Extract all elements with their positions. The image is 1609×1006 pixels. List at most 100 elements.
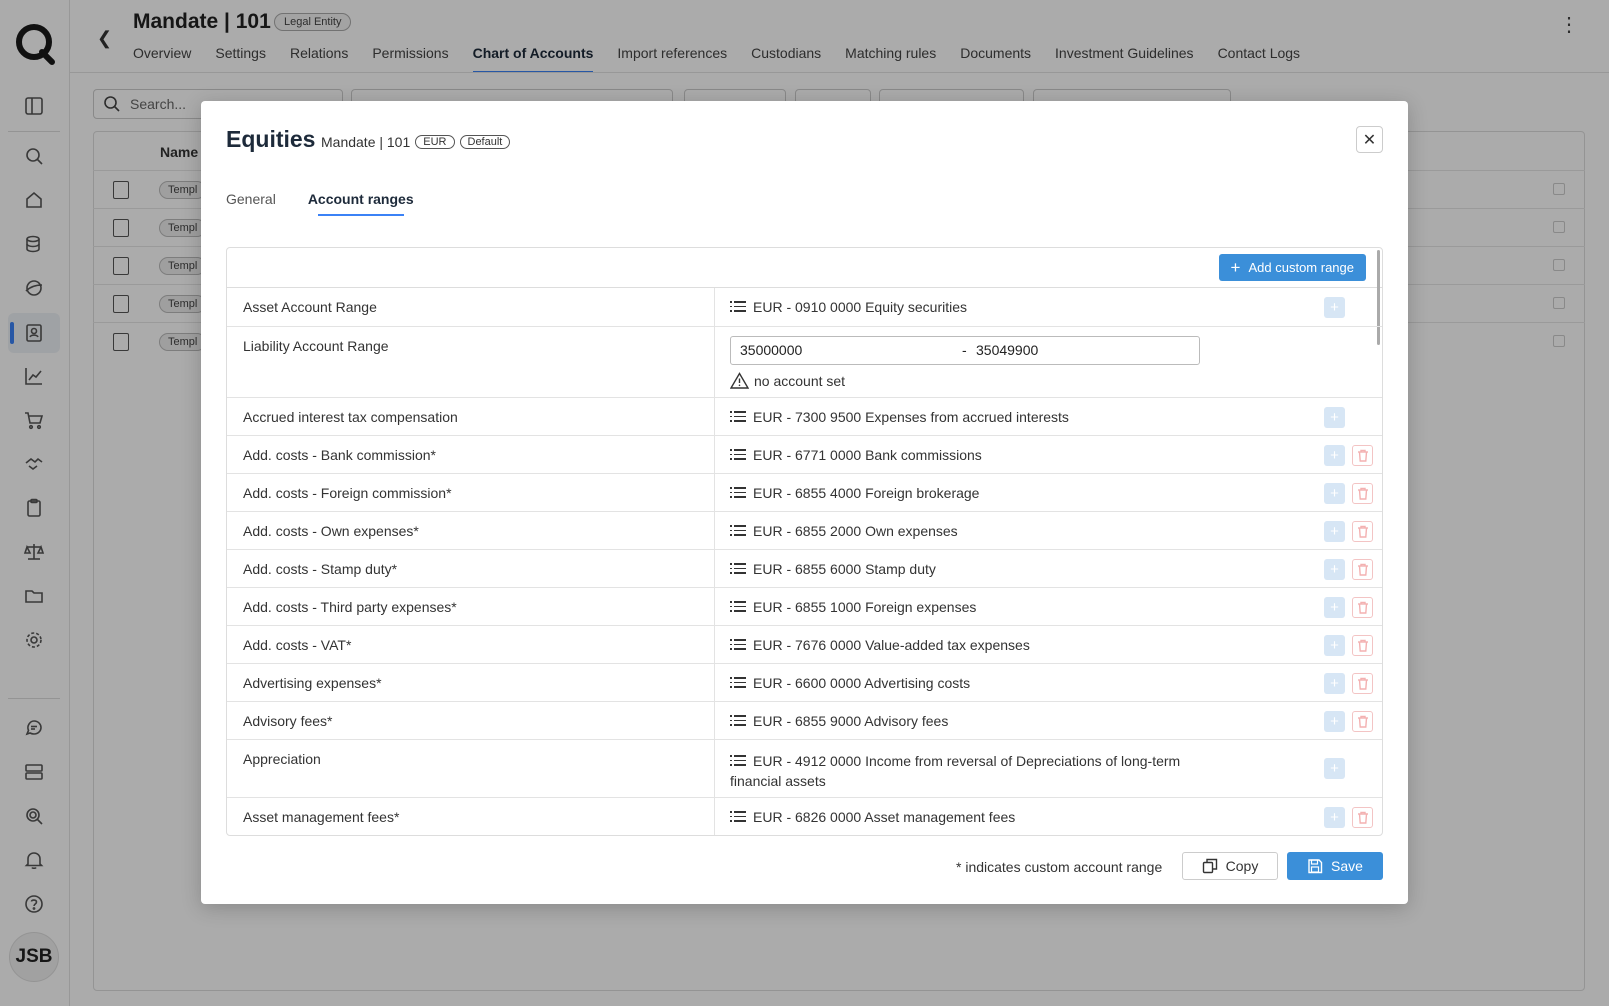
account-range-row: Advertising expenses* EUR - 6600 0000 Adv… bbox=[227, 664, 1382, 702]
add-account-button[interactable]: + bbox=[1324, 521, 1345, 542]
add-account-button[interactable]: + bbox=[1324, 807, 1345, 828]
list-icon bbox=[730, 677, 746, 691]
default-pill: Default bbox=[459, 135, 511, 149]
delete-trash-icon[interactable] bbox=[1352, 445, 1373, 466]
account-range-label: Asset management fees* bbox=[243, 809, 400, 825]
account-range-value[interactable]: EUR - 7676 0000 Value-added tax expenses bbox=[730, 635, 1190, 655]
account-range-text: EUR - 0910 0000 Equity securities bbox=[753, 299, 967, 315]
add-account-button[interactable]: + bbox=[1324, 407, 1345, 428]
add-account-button[interactable]: + bbox=[1324, 483, 1345, 504]
account-range-row: Advisory fees* EUR - 6855 9000 Advisory f… bbox=[227, 702, 1382, 740]
column-divider bbox=[714, 798, 715, 835]
plus-icon: + bbox=[1230, 257, 1241, 277]
account-range-value[interactable]: EUR - 6826 0000 Asset management fees bbox=[730, 807, 1190, 827]
currency-pill: EUR bbox=[415, 135, 455, 149]
account-ranges-list: + Add custom range Asset Account Range EU… bbox=[226, 247, 1383, 836]
account-range-label: Add. costs - Own expenses* bbox=[243, 523, 419, 539]
account-range-value[interactable]: EUR - 4912 0000 Income from reversal of … bbox=[730, 751, 1190, 791]
account-range-label: Add. costs - VAT* bbox=[243, 637, 352, 653]
no-account-warning: no account set bbox=[730, 372, 845, 389]
add-account-button[interactable]: + bbox=[1324, 635, 1345, 656]
account-range-value[interactable]: EUR - 6771 0000 Bank commissions bbox=[730, 445, 1190, 465]
copy-label: Copy bbox=[1225, 858, 1259, 874]
account-range-row: Appreciation EUR - 4912 0000 Income from … bbox=[227, 740, 1382, 798]
account-range-text: EUR - 6826 0000 Asset management fees bbox=[753, 809, 1016, 825]
list-icon bbox=[730, 449, 746, 463]
copy-icon bbox=[1202, 858, 1217, 874]
custom-range-note: * indicates custom account range bbox=[956, 859, 1163, 875]
range-from-value: 35000000 bbox=[740, 342, 803, 358]
list-icon bbox=[730, 411, 746, 425]
add-custom-range-button[interactable]: + Add custom range bbox=[1218, 254, 1366, 281]
liability-range-input[interactable]: 35000000 -35049900 bbox=[730, 336, 1200, 365]
list-icon bbox=[730, 525, 746, 539]
account-range-row: Add. costs - Own expenses* EUR - 6855 200… bbox=[227, 512, 1382, 550]
add-account-button[interactable]: + bbox=[1324, 711, 1345, 732]
liability-range-label: Liability Account Range bbox=[243, 338, 389, 354]
account-range-text: EUR - 6855 6000 Stamp duty bbox=[753, 561, 936, 577]
add-account-button[interactable]: + bbox=[1324, 597, 1345, 618]
delete-trash-icon[interactable] bbox=[1352, 483, 1373, 504]
range-to-value: 35049900 bbox=[976, 342, 1039, 358]
delete-trash-icon[interactable] bbox=[1352, 673, 1373, 694]
save-button[interactable]: Save bbox=[1287, 852, 1383, 880]
delete-trash-icon[interactable] bbox=[1352, 635, 1373, 656]
account-range-value[interactable]: EUR - 0910 0000 Equity securities bbox=[730, 297, 1190, 317]
add-custom-range-label: Add custom range bbox=[1248, 260, 1354, 275]
tab-account-ranges[interactable]: Account ranges bbox=[308, 191, 414, 216]
delete-trash-icon[interactable] bbox=[1352, 559, 1373, 580]
column-divider bbox=[714, 512, 715, 549]
account-ranges-modal: Equities Mandate | 101 EUR Default ✕ Gen… bbox=[201, 101, 1408, 904]
liability-range-row: Liability Account Range 35000000 -35049900… bbox=[227, 327, 1382, 398]
account-range-row: Add. costs - Stamp duty* EUR - 6855 6000 … bbox=[227, 550, 1382, 588]
delete-trash-icon[interactable] bbox=[1352, 521, 1373, 542]
add-account-button[interactable]: + bbox=[1324, 673, 1345, 694]
close-icon[interactable]: ✕ bbox=[1356, 126, 1383, 153]
warning-text: no account set bbox=[754, 372, 846, 389]
column-divider bbox=[714, 588, 715, 625]
column-divider bbox=[714, 664, 715, 701]
list-icon bbox=[730, 601, 746, 615]
ranges-toolbar: + Add custom range bbox=[227, 248, 1382, 288]
account-range-value[interactable]: EUR - 6855 6000 Stamp duty bbox=[730, 559, 1190, 579]
account-range-value[interactable]: EUR - 6855 4000 Foreign brokerage bbox=[730, 483, 1190, 503]
list-icon bbox=[730, 715, 746, 729]
delete-trash-icon[interactable] bbox=[1352, 597, 1373, 618]
account-range-label: Add. costs - Third party expenses* bbox=[243, 599, 457, 615]
column-divider bbox=[714, 550, 715, 587]
account-range-label: Advertising expenses* bbox=[243, 675, 382, 691]
add-account-button[interactable]: + bbox=[1324, 445, 1345, 466]
list-icon bbox=[730, 301, 746, 315]
account-range-label: Add. costs - Foreign commission* bbox=[243, 485, 452, 501]
account-range-text: EUR - 6600 0000 Advertising costs bbox=[753, 675, 971, 691]
modal-title: Equities bbox=[226, 126, 316, 152]
account-range-label: Add. costs - Bank commission* bbox=[243, 447, 436, 463]
account-range-text: EUR - 4912 0000 Income from reversal of … bbox=[730, 753, 1181, 789]
account-range-value[interactable]: EUR - 7300 9500 Expenses from accrued in… bbox=[730, 407, 1190, 427]
list-icon bbox=[730, 755, 746, 769]
modal-subtitle: Mandate | 101 EUR Default bbox=[321, 134, 511, 150]
delete-trash-icon[interactable] bbox=[1352, 807, 1373, 828]
account-range-row: Add. costs - VAT* EUR - 7676 0000 Value-a… bbox=[227, 626, 1382, 664]
account-range-text: EUR - 6855 1000 Foreign expenses bbox=[753, 599, 977, 615]
account-range-label: Accrued interest tax compensation bbox=[243, 409, 458, 425]
add-account-button[interactable]: + bbox=[1324, 559, 1345, 580]
warning-icon bbox=[730, 372, 749, 389]
account-range-label: Advisory fees* bbox=[243, 713, 333, 729]
add-account-button[interactable]: + bbox=[1324, 297, 1345, 318]
account-range-row: Add. costs - Third party expenses* EUR - … bbox=[227, 588, 1382, 626]
account-range-text: EUR - 6855 2000 Own expenses bbox=[753, 523, 958, 539]
account-range-row: Accrued interest tax compensation EUR - 7… bbox=[227, 398, 1382, 436]
column-divider bbox=[714, 288, 715, 326]
account-range-value[interactable]: EUR - 6855 2000 Own expenses bbox=[730, 521, 1190, 541]
account-range-value[interactable]: EUR - 6600 0000 Advertising costs bbox=[730, 673, 1190, 693]
account-range-value[interactable]: EUR - 6855 9000 Advisory fees bbox=[730, 711, 1190, 731]
column-divider bbox=[714, 398, 715, 435]
add-account-button[interactable]: + bbox=[1324, 758, 1345, 779]
account-range-value[interactable]: EUR - 6855 1000 Foreign expenses bbox=[730, 597, 1190, 617]
account-range-text: EUR - 7300 9500 Expenses from accrued in… bbox=[753, 409, 1069, 425]
tab-general[interactable]: General bbox=[226, 191, 276, 216]
account-range-label: Add. costs - Stamp duty* bbox=[243, 561, 398, 577]
copy-button[interactable]: Copy bbox=[1182, 852, 1278, 880]
delete-trash-icon[interactable] bbox=[1352, 711, 1373, 732]
